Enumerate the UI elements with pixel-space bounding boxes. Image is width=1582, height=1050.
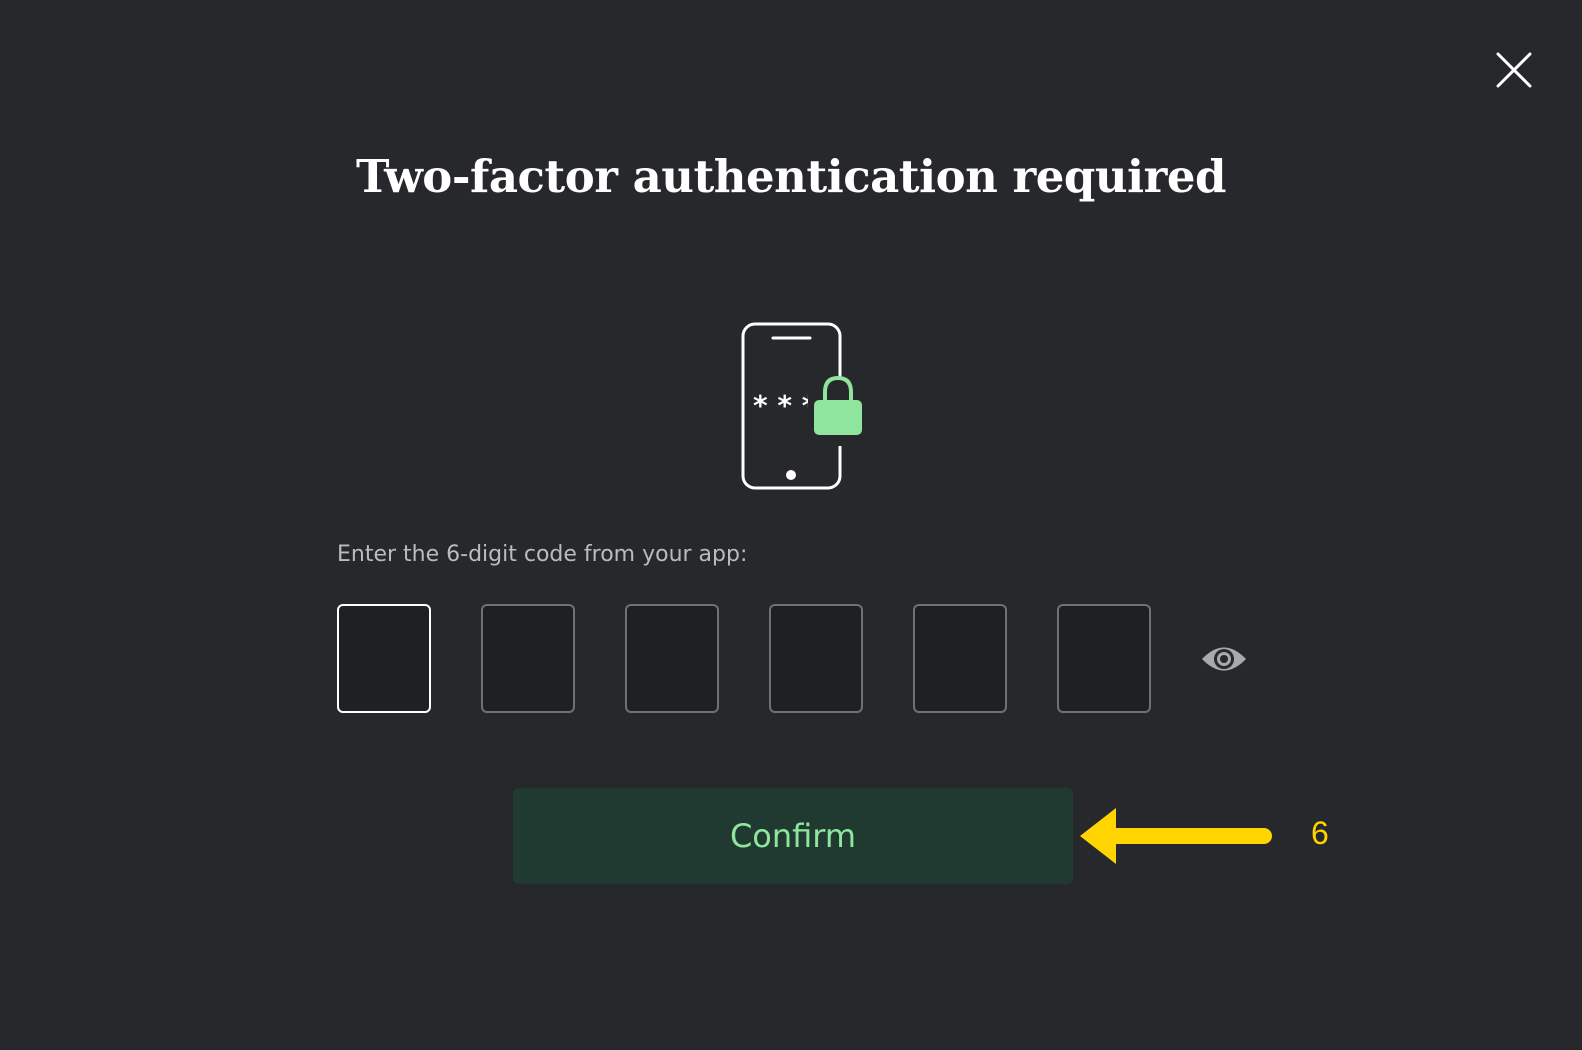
show-code-toggle[interactable] [1200, 642, 1248, 676]
step-number-label: 6 [1311, 815, 1329, 851]
code-digit-6[interactable] [1057, 604, 1151, 713]
arrow-left-icon [1080, 808, 1272, 864]
code-digit-3[interactable] [625, 604, 719, 713]
close-icon [1496, 52, 1532, 88]
code-digit-2[interactable] [481, 604, 575, 713]
code-digit-4[interactable] [769, 604, 863, 713]
svg-text:* * *: * * * [753, 389, 817, 422]
code-instruction: Enter the 6-digit code from your app: [337, 542, 748, 567]
confirm-button[interactable]: Confirm [513, 788, 1073, 884]
dialog-title: Two-factor authentication required [356, 150, 1226, 203]
code-digit-5[interactable] [913, 604, 1007, 713]
annotation-arrow [1078, 806, 1273, 866]
eye-icon [1202, 647, 1246, 671]
code-digit-1[interactable] [337, 604, 431, 713]
close-button[interactable] [1494, 50, 1534, 90]
phone-lock-illustration: * * * [740, 320, 870, 492]
phone-lock-icon: * * * [741, 322, 866, 490]
